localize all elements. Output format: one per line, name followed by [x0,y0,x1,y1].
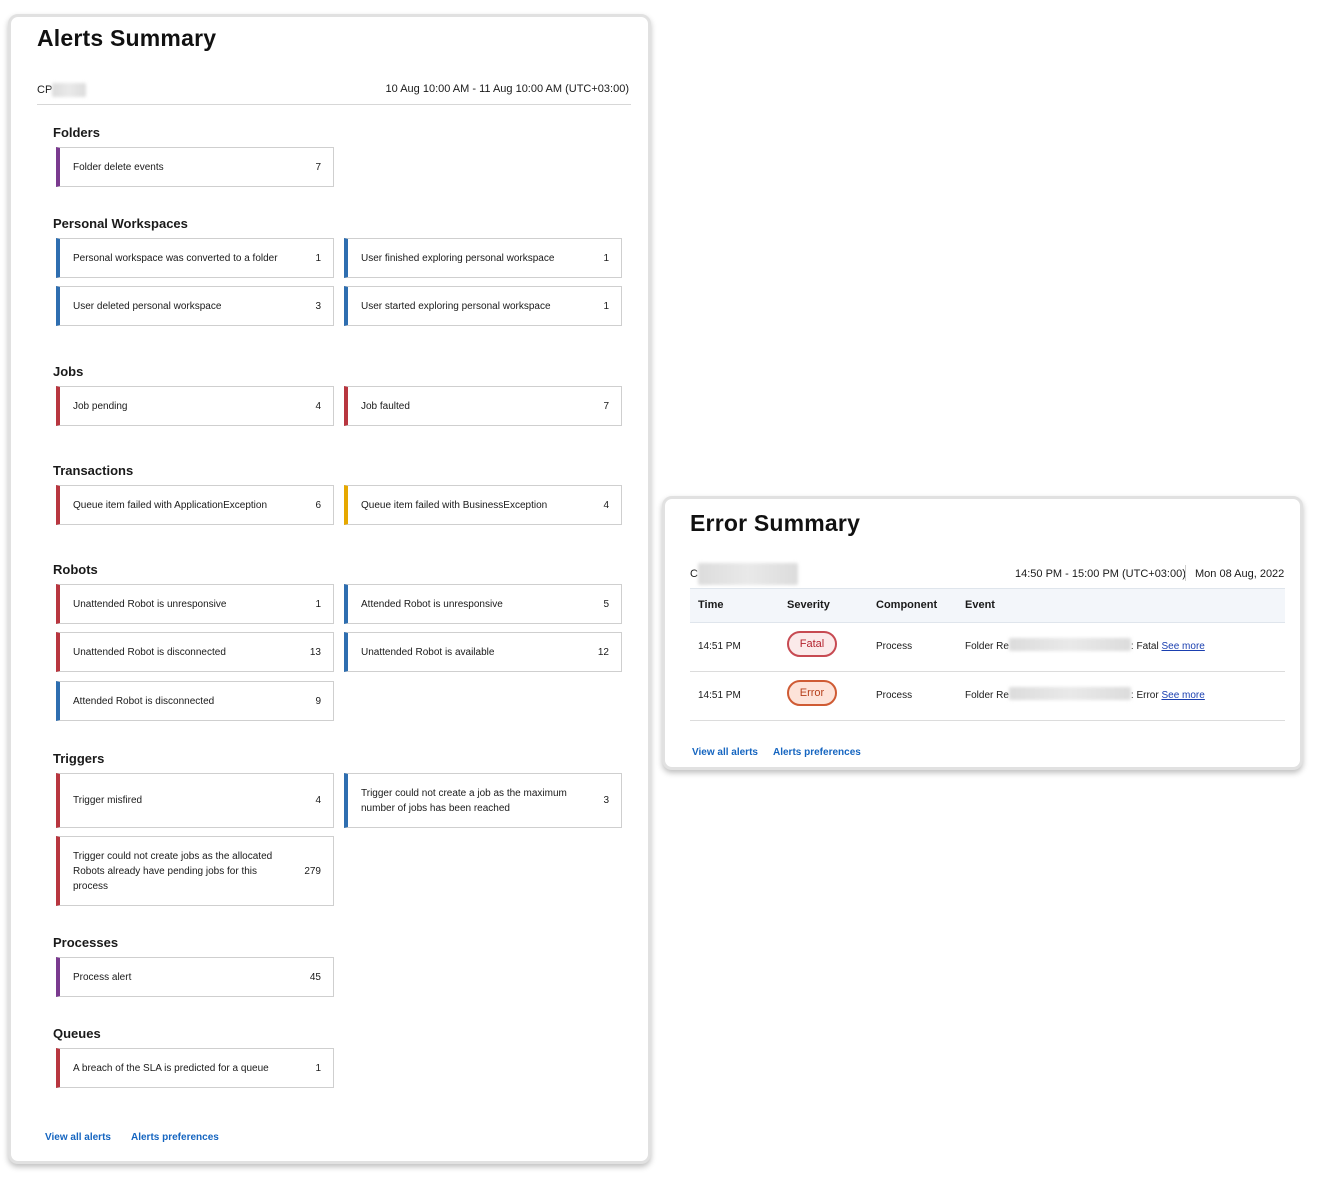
view-all-alerts-link[interactable]: View all alerts [692,747,758,758]
alert-card-sla-breach[interactable]: A breach of the SLA is predicted for a q… [56,1048,334,1088]
column-time: Time [698,599,724,611]
error-summary-panel: Error Summary C 14:50 PM - 15:00 PM (UTC… [662,496,1303,770]
alert-card-job-pending[interactable]: Job pending 4 [56,386,334,426]
error-date: Mon 08 Aug, 2022 [1195,568,1285,580]
column-component: Component [876,599,938,611]
alert-card-attended-unresponsive[interactable]: Attended Robot is unresponsive 5 [344,584,622,624]
row-event: Folder Re: Error See more [965,687,1205,701]
alert-card-unattended-unresponsive[interactable]: Unattended Robot is unresponsive 1 [56,584,334,624]
alerts-preferences-link[interactable]: Alerts preferences [773,747,861,758]
section-title-queues: Queues [53,1026,101,1041]
alert-card-attended-disconnected[interactable]: Attended Robot is disconnected 9 [56,681,334,721]
row-event: Folder Re: Fatal See more [965,638,1205,652]
section-title-processes: Processes [53,935,119,950]
redacted-tenant [697,563,798,585]
see-more-link[interactable]: See more [1161,690,1204,701]
severity-badge-error: Error [787,680,837,706]
severity-badge-fatal: Fatal [787,631,837,657]
section-title-jobs: Jobs [53,364,84,379]
row-component: Process [876,641,913,652]
alert-card-workspace-converted[interactable]: Personal workspace was converted to a fo… [56,238,334,278]
alert-card-application-exception[interactable]: Queue item failed with ApplicationExcept… [56,485,334,525]
alerts-summary-title: Alerts Summary [37,25,217,51]
header-divider [37,104,631,105]
tenant-name: CP [37,83,87,97]
alert-card-started-exploring[interactable]: User started exploring personal workspac… [344,286,622,326]
alerts-preferences-link[interactable]: Alerts preferences [131,1132,219,1143]
header-separator [1185,565,1186,581]
column-event: Event [965,599,995,611]
view-all-alerts-link[interactable]: View all alerts [45,1132,111,1143]
alerts-summary-panel: Alerts Summary CP 10 Aug 10:00 AM - 11 A… [8,14,651,1164]
alert-card-unattended-disconnected[interactable]: Unattended Robot is disconnected 13 [56,632,334,672]
redacted-event [1008,638,1131,652]
section-title-robots: Robots [53,562,98,577]
error-tenant-name: C [690,563,798,585]
alert-card-folder-delete-events[interactable]: Folder delete events 7 [56,147,334,187]
section-title-personal-workspaces: Personal Workspaces [53,216,188,231]
row-component: Process [876,690,913,701]
alert-card-unattended-available[interactable]: Unattended Robot is available 12 [344,632,622,672]
date-range: 10 Aug 10:00 AM - 11 Aug 10:00 AM (UTC+0… [385,83,629,95]
alert-card-trigger-max-jobs[interactable]: Trigger could not create a job as the ma… [344,773,622,828]
alert-card-finished-exploring[interactable]: User finished exploring personal workspa… [344,238,622,278]
alert-card-business-exception[interactable]: Queue item failed with BusinessException… [344,485,622,525]
redacted-tenant [52,83,87,97]
error-summary-title: Error Summary [690,510,861,536]
section-title-folders: Folders [53,125,100,140]
table-row: 14:51 PM Error Process Folder Re: Error … [690,672,1285,721]
alert-card-trigger-misfired[interactable]: Trigger misfired 4 [56,773,334,828]
alert-card-job-faulted[interactable]: Job faulted 7 [344,386,622,426]
redacted-event [1008,687,1131,701]
row-time: 14:51 PM [698,641,741,652]
error-table-header: Time Severity Component Event [690,588,1285,623]
table-row: 14:51 PM Fatal Process Folder Re: Fatal … [690,623,1285,672]
row-time: 14:51 PM [698,690,741,701]
see-more-link[interactable]: See more [1161,641,1204,652]
error-time-range: 14:50 PM - 15:00 PM (UTC+03:00) [1015,568,1186,580]
alert-card-process-alert[interactable]: Process alert 45 [56,957,334,997]
column-severity: Severity [787,599,830,611]
alert-card-deleted-workspace[interactable]: User deleted personal workspace 3 [56,286,334,326]
alert-card-trigger-pending-jobs[interactable]: Trigger could not create jobs as the all… [56,836,334,906]
section-title-transactions: Transactions [53,463,134,478]
error-table: Time Severity Component Event 14:51 PM F… [690,588,1285,721]
section-title-triggers: Triggers [53,751,105,766]
